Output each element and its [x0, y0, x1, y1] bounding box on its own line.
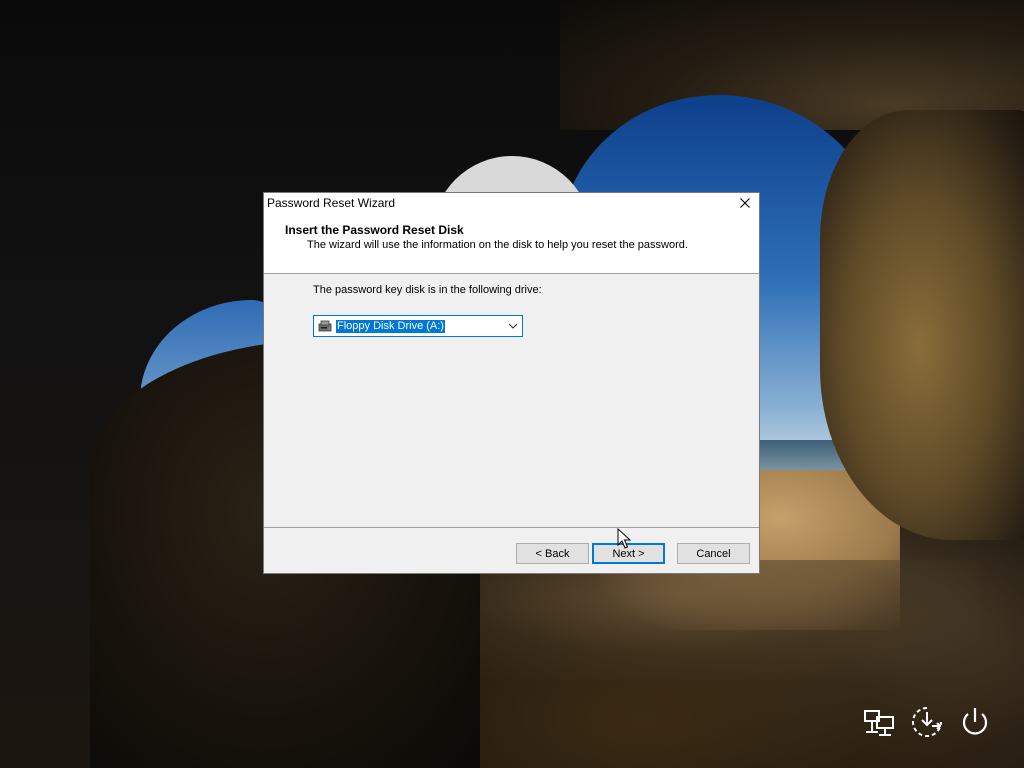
power-icon[interactable]: [958, 704, 992, 740]
back-button[interactable]: < Back: [516, 543, 589, 564]
footer-divider: [264, 527, 759, 528]
drive-selected-value: Floppy Disk Drive (A:): [336, 320, 445, 333]
close-button[interactable]: [731, 193, 759, 213]
dialog-title: Password Reset Wizard: [267, 196, 396, 210]
floppy-drive-icon: [318, 320, 332, 332]
ease-of-access-icon[interactable]: [910, 704, 944, 740]
cancel-button[interactable]: Cancel: [677, 543, 750, 564]
wizard-body: [264, 274, 759, 527]
wizard-step-subtitle: The wizard will use the information on t…: [307, 239, 688, 251]
mouse-cursor-icon: [617, 528, 631, 549]
wizard-header: Insert the Password Reset Disk The wizar…: [264, 213, 759, 274]
password-reset-wizard-dialog: Password Reset Wizard Insert the Passwor…: [263, 192, 760, 574]
close-icon: [740, 198, 750, 208]
drive-label: The password key disk is in the followin…: [313, 284, 542, 296]
dialog-titlebar: Password Reset Wizard: [264, 193, 759, 213]
background-rock-right: [820, 110, 1024, 540]
wizard-step-title: Insert the Password Reset Disk: [285, 223, 464, 237]
drive-dropdown[interactable]: Floppy Disk Drive (A:): [313, 315, 523, 337]
network-icon[interactable]: [862, 704, 896, 740]
chevron-down-icon[interactable]: [508, 321, 518, 331]
